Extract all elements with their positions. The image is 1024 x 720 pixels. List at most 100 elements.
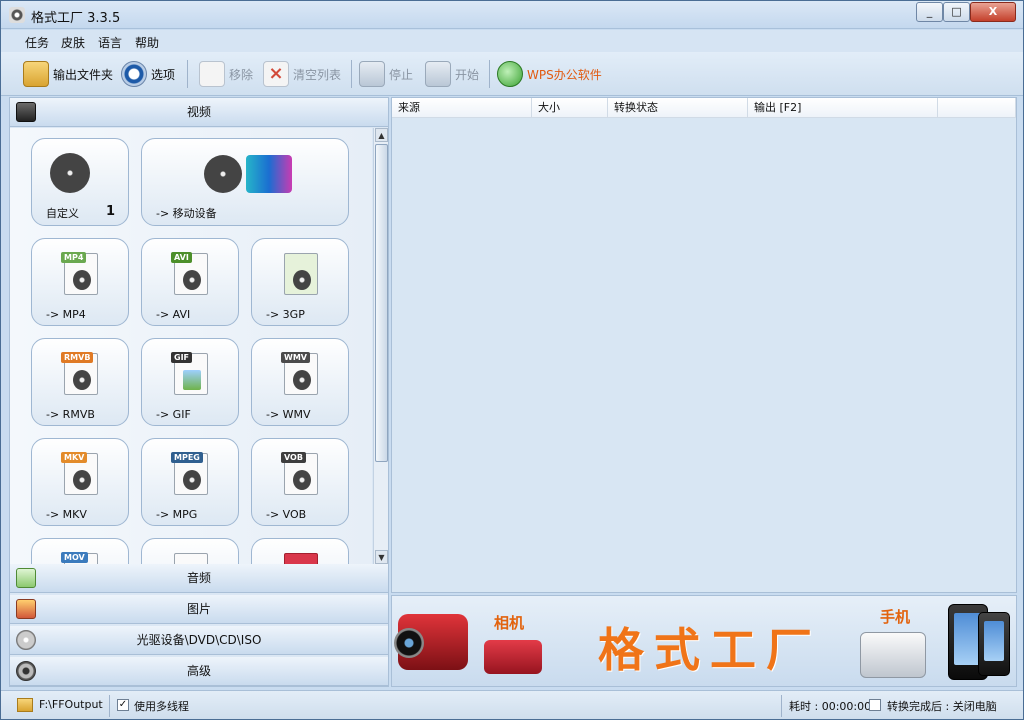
- format-tag: MPEG: [171, 452, 203, 463]
- column-output[interactable]: 输出 [F2]: [748, 98, 938, 118]
- tile-partial[interactable]: [251, 538, 349, 564]
- stop-button[interactable]: 停止: [359, 58, 413, 90]
- format-tag: WMV: [281, 352, 310, 363]
- category-disc-header[interactable]: 光驱设备\DVD\CD\ISO: [10, 626, 388, 655]
- clear-list-button[interactable]: × 清空列表: [263, 58, 341, 90]
- tiles-scrollbar[interactable]: ▲ ▼: [373, 128, 388, 564]
- multithread-checkbox[interactable]: ✓: [117, 699, 129, 711]
- tile-label: -> WMV: [266, 408, 311, 421]
- column-source[interactable]: 来源: [392, 98, 532, 118]
- menu-skin[interactable]: 皮肤: [61, 34, 85, 51]
- folder-icon[interactable]: [17, 698, 33, 712]
- stop-label: 停止: [389, 67, 414, 82]
- output-path: F:\FFOutput: [39, 698, 103, 711]
- tile-gif[interactable]: GIF -> GIF: [141, 338, 239, 426]
- format-tag: VOB: [281, 452, 306, 463]
- wps-button[interactable]: WPS办公软件: [497, 58, 602, 90]
- video-icon: [16, 102, 36, 122]
- tile-mov[interactable]: MOV: [31, 538, 129, 564]
- menu-task[interactable]: 任务: [25, 34, 49, 51]
- scroll-thumb[interactable]: [375, 144, 388, 462]
- category-advanced-header[interactable]: 高级: [10, 657, 388, 686]
- phone-screen: [984, 621, 1004, 661]
- film-strip-icon: [73, 470, 91, 490]
- tile-avi[interactable]: AVI -> AVI: [141, 238, 239, 326]
- format-tiles: 自定义 1 -> 移动设备 MP4 -> MP4 AVI -> AVI -> 3…: [10, 128, 372, 564]
- start-icon: [425, 61, 451, 87]
- format-tag: MP4: [61, 252, 87, 263]
- category-video-header[interactable]: 视频: [10, 98, 388, 127]
- after-convert-checkbox[interactable]: [869, 699, 881, 711]
- status-separator: [781, 695, 782, 717]
- remove-icon: [199, 61, 225, 87]
- mov-file-icon: MOV: [61, 552, 98, 564]
- scroll-down-arrow[interactable]: ▼: [375, 550, 388, 564]
- tile-mp4[interactable]: MP4 -> MP4: [31, 238, 129, 326]
- tile-custom[interactable]: 自定义 1: [31, 138, 129, 226]
- tile-vob[interactable]: VOB -> VOB: [251, 438, 349, 526]
- scroll-up-arrow[interactable]: ▲: [375, 128, 388, 142]
- format-tag: AVI: [171, 252, 192, 263]
- tile-label: 自定义: [46, 207, 79, 220]
- tile-mkv[interactable]: MKV -> MKV: [31, 438, 129, 526]
- task-list[interactable]: 来源 大小 转换状态 输出 [F2]: [391, 97, 1017, 593]
- output-folder-button[interactable]: 输出文件夹: [23, 58, 113, 90]
- tile-label: -> 3GP: [266, 308, 305, 321]
- title-bar[interactable]: 格式工厂 3.3.5 _ □ X: [1, 1, 1023, 29]
- toolbar-separator: [489, 60, 490, 88]
- app-window: 格式工厂 3.3.5 _ □ X 任务 皮肤 语言 帮助 输出文件夹 选项 移除…: [0, 0, 1024, 720]
- film-reel-icon: [293, 270, 311, 290]
- tile-mobile-device[interactable]: -> 移动设备: [141, 138, 349, 226]
- film-reel-icon: [293, 370, 311, 390]
- menu-language[interactable]: 语言: [98, 34, 122, 51]
- options-button[interactable]: 选项: [121, 58, 175, 90]
- tile-label: -> MPG: [156, 508, 198, 521]
- mkv-file-icon: MKV: [61, 452, 98, 495]
- maximize-button[interactable]: □: [943, 2, 970, 22]
- film-strip-icon: [183, 270, 201, 290]
- minimize-button[interactable]: _: [916, 2, 943, 22]
- category-image-header[interactable]: 图片: [10, 595, 388, 624]
- film-reel-icon: [73, 270, 91, 290]
- tile-wmv[interactable]: WMV -> WMV: [251, 338, 349, 426]
- column-status[interactable]: 转换状态: [608, 98, 748, 118]
- wmv-file-icon: WMV: [281, 352, 318, 395]
- start-button[interactable]: 开始: [425, 58, 479, 90]
- format-tag: RMVB: [61, 352, 94, 363]
- file-icon: [174, 553, 208, 564]
- options-icon: [121, 61, 147, 87]
- film-reel-icon: [183, 470, 201, 490]
- vob-file-icon: VOB: [281, 452, 318, 495]
- disc-drive-icon: [16, 630, 36, 650]
- tile-label: -> GIF: [156, 408, 191, 421]
- promo-banner: 相机 格式工厂 手机: [391, 595, 1017, 687]
- file-icon: [284, 553, 318, 564]
- folder-icon: [23, 61, 49, 87]
- category-image-label: 图片: [186, 602, 211, 616]
- multithread-label: 使用多线程: [134, 700, 189, 713]
- tile-mpg[interactable]: MPEG -> MPG: [141, 438, 239, 526]
- real-icon: [73, 370, 91, 390]
- toolbar-separator: [187, 60, 188, 88]
- remove-button[interactable]: 移除: [199, 58, 253, 90]
- tile-rmvb[interactable]: RMVB -> RMVB: [31, 338, 129, 426]
- close-button[interactable]: X: [970, 2, 1016, 22]
- 3gp-file-icon: [284, 253, 318, 295]
- tile-label: -> RMVB: [46, 408, 95, 421]
- tile-partial[interactable]: [141, 538, 239, 564]
- toolbar-separator: [351, 60, 352, 88]
- lens-icon: [394, 628, 424, 658]
- film-reel-icon: [50, 153, 90, 193]
- start-label: 开始: [455, 67, 480, 82]
- compact-camera-image: [484, 640, 542, 674]
- menu-help[interactable]: 帮助: [135, 34, 159, 51]
- tile-label: -> AVI: [156, 308, 191, 321]
- picture-icon: [16, 599, 36, 619]
- app-icon: [9, 7, 25, 23]
- column-filler: [938, 98, 1016, 118]
- column-size[interactable]: 大小: [532, 98, 608, 118]
- tile-3gp[interactable]: -> 3GP: [251, 238, 349, 326]
- flip-phone-image: [860, 632, 926, 678]
- category-audio-header[interactable]: 音频: [10, 564, 388, 593]
- mp4-file-icon: MP4: [61, 252, 98, 295]
